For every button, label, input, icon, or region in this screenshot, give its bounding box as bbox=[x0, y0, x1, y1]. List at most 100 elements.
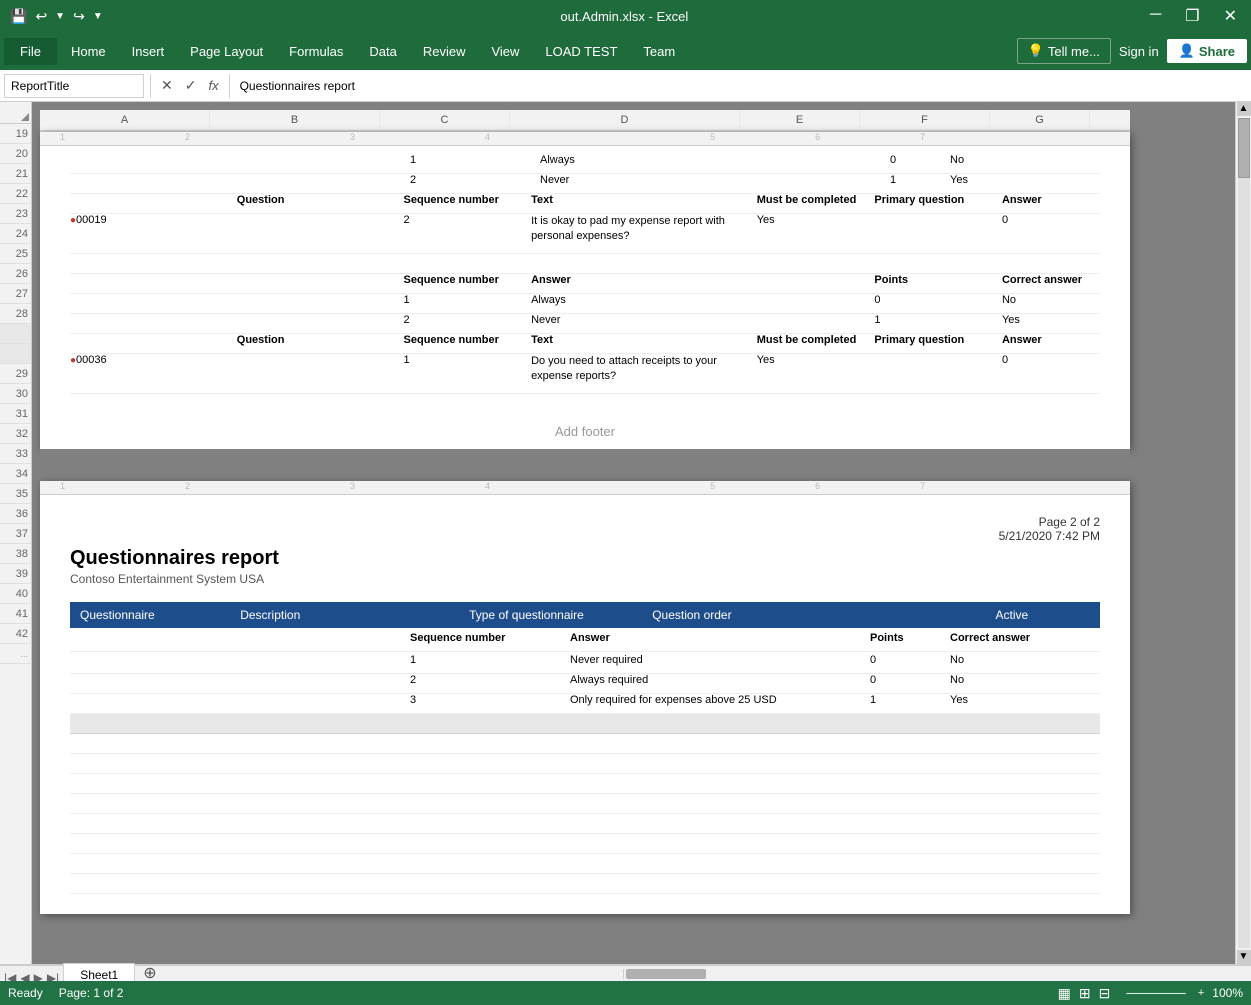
cell-31-c[interactable]: 1 bbox=[410, 654, 570, 673]
menu-team[interactable]: Team bbox=[631, 38, 687, 65]
cell-32-e[interactable] bbox=[770, 674, 870, 693]
customize-qat-icon[interactable]: ▼ bbox=[91, 9, 105, 24]
cell-32-correct[interactable]: No bbox=[950, 674, 1070, 693]
col-header-e[interactable]: E bbox=[740, 110, 860, 131]
cell-20-a[interactable] bbox=[70, 174, 240, 193]
cell-21-a[interactable] bbox=[70, 194, 237, 213]
cell-26-f[interactable]: 1 bbox=[874, 314, 1002, 333]
cell-25-g[interactable]: No bbox=[1002, 294, 1100, 313]
cell-31-a[interactable] bbox=[70, 654, 210, 673]
cancel-formula-button[interactable]: ✕ bbox=[157, 77, 177, 94]
cell-25-a[interactable] bbox=[70, 294, 237, 313]
cell-27-a[interactable] bbox=[70, 334, 237, 353]
menu-page-layout[interactable]: Page Layout bbox=[178, 38, 275, 65]
cell-28-d[interactable]: Do you need to attach receipts to your e… bbox=[531, 354, 757, 393]
scroll-thumb[interactable] bbox=[1238, 118, 1250, 178]
cell-24-a[interactable] bbox=[70, 274, 237, 293]
cell-32-c[interactable]: 2 bbox=[410, 674, 570, 693]
cell-28-g[interactable]: 0 bbox=[1002, 354, 1100, 393]
cell-24-d[interactable]: Answer bbox=[531, 274, 757, 293]
cell-28-c[interactable]: 1 bbox=[404, 354, 532, 393]
cell-26-g[interactable]: Yes bbox=[1002, 314, 1100, 333]
scroll-up-button[interactable]: ▲ bbox=[1237, 102, 1251, 116]
cell-27-b[interactable]: Question bbox=[237, 334, 404, 353]
cell-25-d[interactable]: Always bbox=[531, 294, 757, 313]
menu-insert[interactable]: Insert bbox=[120, 38, 177, 65]
cell-20-e[interactable] bbox=[770, 174, 890, 193]
menu-home[interactable]: Home bbox=[59, 38, 118, 65]
restore-button[interactable]: ❐ bbox=[1179, 6, 1205, 26]
cell-24-g[interactable]: Correct answer bbox=[1002, 274, 1100, 293]
cell-32-pts[interactable]: 0 bbox=[870, 674, 950, 693]
cell-27-e[interactable]: Must be completed bbox=[757, 334, 875, 353]
cell-19-f2[interactable]: No bbox=[950, 154, 1020, 173]
cell-20-c[interactable]: 2 bbox=[410, 174, 540, 193]
sheet-content-area[interactable]: A B C D E F G 1 2 3 4 5 6 7 bbox=[32, 102, 1235, 964]
cell-19-a[interactable] bbox=[70, 154, 240, 173]
cell-33-a[interactable] bbox=[70, 694, 210, 713]
cell-27-g[interactable]: Answer bbox=[1002, 334, 1100, 353]
cell-31-d[interactable]: Never required bbox=[570, 654, 770, 673]
close-button[interactable]: ✕ bbox=[1218, 6, 1243, 26]
cell-21-c[interactable]: Sequence number bbox=[404, 194, 532, 213]
col-header-g[interactable]: G bbox=[990, 110, 1090, 131]
minimize-button[interactable]: ─ bbox=[1144, 6, 1167, 26]
cell-19-e[interactable] bbox=[770, 154, 890, 173]
cell-27-c[interactable]: Sequence number bbox=[404, 334, 532, 353]
cell-31-e[interactable] bbox=[770, 654, 870, 673]
cell-34-span[interactable] bbox=[70, 714, 1100, 733]
zoom-plus[interactable]: + bbox=[1198, 987, 1204, 999]
cell-33-b[interactable] bbox=[210, 694, 410, 713]
cell-25-f[interactable]: 0 bbox=[874, 294, 1002, 313]
col-header-c[interactable]: C bbox=[380, 110, 510, 131]
cell-29-a[interactable] bbox=[70, 632, 210, 651]
zoom-slider[interactable]: ─────── bbox=[1126, 986, 1186, 1000]
cell-24-b[interactable] bbox=[237, 274, 404, 293]
col-header-d[interactable]: D bbox=[510, 110, 740, 131]
cell-22-g[interactable]: 0 bbox=[1002, 214, 1100, 253]
cell-19-f1[interactable]: 0 bbox=[890, 154, 950, 173]
cell-22-b[interactable] bbox=[237, 214, 404, 253]
cell-21-g[interactable]: Answer bbox=[1002, 194, 1100, 213]
cell-33-d[interactable]: Only required for expenses above 25 USD bbox=[570, 694, 870, 713]
cell-28-f[interactable] bbox=[874, 354, 1002, 393]
cell-20-d[interactable]: Never bbox=[540, 174, 770, 193]
hscroll-track[interactable] bbox=[623, 969, 1251, 979]
cell-22-a[interactable]: ●00019 bbox=[70, 214, 237, 253]
cell-19-c[interactable]: 1 bbox=[410, 154, 540, 173]
function-icon[interactable]: fx bbox=[204, 78, 222, 93]
cell-21-f[interactable]: Primary question bbox=[874, 194, 1002, 213]
cell-24-f[interactable]: Points bbox=[874, 274, 1002, 293]
cell-28-e[interactable]: Yes bbox=[757, 354, 875, 393]
name-box[interactable] bbox=[4, 74, 144, 98]
menu-file[interactable]: File bbox=[4, 38, 57, 65]
hscroll-thumb[interactable] bbox=[626, 969, 706, 979]
cell-31-b[interactable] bbox=[210, 654, 410, 673]
cell-20-f1[interactable]: 1 bbox=[890, 174, 950, 193]
cell-29-correct[interactable]: Correct answer bbox=[950, 632, 1070, 651]
corner-cell[interactable] bbox=[0, 102, 31, 124]
cell-21-d[interactable]: Text bbox=[531, 194, 757, 213]
cell-29-d[interactable]: Answer bbox=[570, 632, 770, 651]
undo-dropdown-icon[interactable]: ▼ bbox=[53, 9, 67, 24]
cell-26-e[interactable] bbox=[757, 314, 875, 333]
cell-23-a[interactable] bbox=[70, 254, 240, 273]
cell-27-f[interactable]: Primary question bbox=[874, 334, 1002, 353]
formula-input[interactable] bbox=[236, 79, 1247, 93]
cell-22-e[interactable]: Yes bbox=[757, 214, 875, 253]
tell-me-input[interactable]: 💡 Tell me... bbox=[1017, 38, 1111, 64]
tell-me-label[interactable]: Tell me... bbox=[1048, 44, 1100, 59]
col-header-a[interactable]: A bbox=[40, 110, 210, 131]
vertical-scrollbar[interactable]: ▲ ▼ bbox=[1235, 102, 1251, 964]
scroll-track[interactable] bbox=[1238, 118, 1250, 948]
menu-load-test[interactable]: LOAD TEST bbox=[533, 38, 629, 65]
cell-22-f[interactable] bbox=[874, 214, 1002, 253]
cell-31-pts[interactable]: 0 bbox=[870, 654, 950, 673]
cell-29-c[interactable]: Sequence number bbox=[410, 632, 570, 651]
cell-26-d[interactable]: Never bbox=[531, 314, 757, 333]
cell-22-c[interactable]: 2 bbox=[404, 214, 532, 253]
save-icon[interactable]: 💾 bbox=[8, 6, 29, 27]
cell-29-pts[interactable]: Points bbox=[870, 632, 950, 651]
menu-view[interactable]: View bbox=[479, 38, 531, 65]
menu-review[interactable]: Review bbox=[411, 38, 478, 65]
